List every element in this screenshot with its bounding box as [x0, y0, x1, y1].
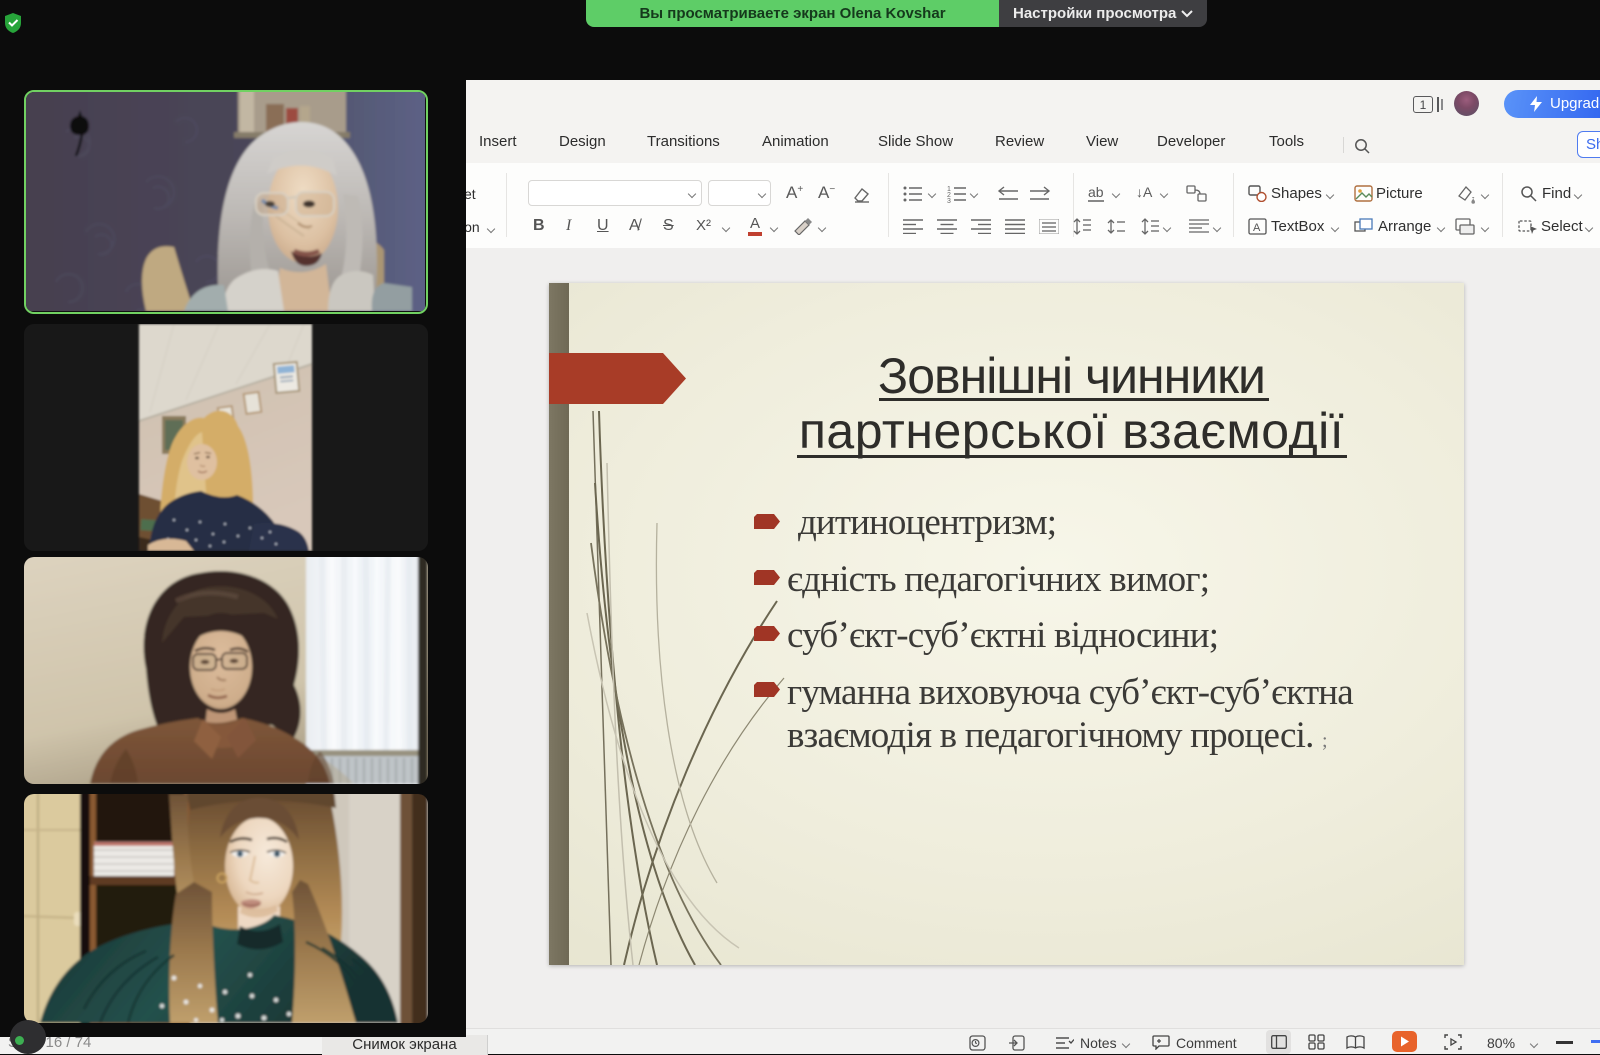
svg-text:A: A: [1253, 222, 1261, 234]
svg-text:3: 3: [947, 198, 951, 203]
